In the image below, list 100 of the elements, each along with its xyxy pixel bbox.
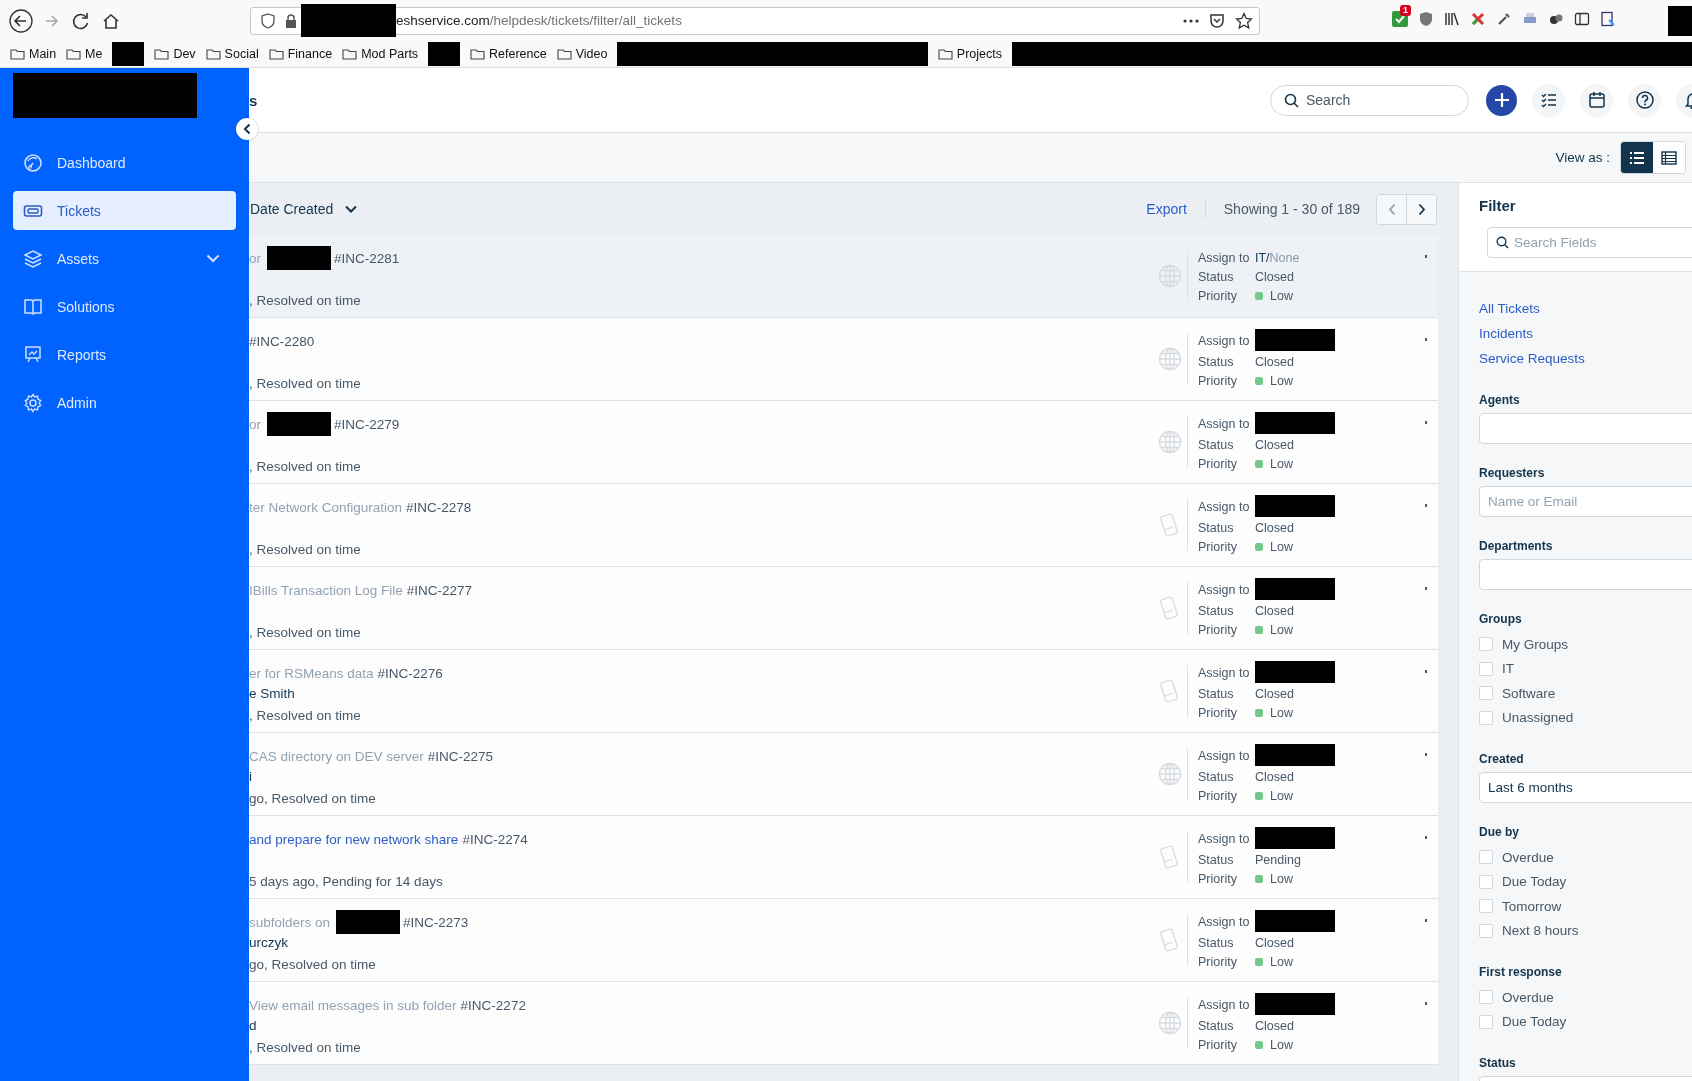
checkbox[interactable] bbox=[1479, 686, 1493, 701]
checkbox-label[interactable]: Due Today bbox=[1502, 874, 1567, 890]
priority-value: Low bbox=[1270, 954, 1293, 970]
field-label: Priority bbox=[1198, 954, 1238, 970]
chevron-right-icon bbox=[1417, 202, 1426, 216]
filter-link[interactable]: All Tickets bbox=[1479, 296, 1540, 321]
address-bar[interactable]: eshservice.com/helpdesk/tickets/filter/all_tickets bbox=[250, 6, 1260, 35]
ticket-id: #INC-2279 bbox=[334, 416, 400, 432]
document-icon[interactable] bbox=[1600, 10, 1616, 27]
bookmark-link[interactable]: Social bbox=[224, 47, 259, 61]
input-field[interactable] bbox=[1479, 413, 1692, 444]
checkbox[interactable] bbox=[1479, 637, 1493, 652]
cross-icon[interactable] bbox=[1470, 10, 1486, 27]
page-title: s bbox=[249, 91, 258, 109]
export-link[interactable]: Export bbox=[1146, 201, 1187, 217]
checklist-button[interactable] bbox=[1532, 83, 1565, 117]
ticket-timeline: , Resolved on time bbox=[249, 459, 362, 474]
input-field[interactable] bbox=[1479, 559, 1692, 590]
status-value: Closed bbox=[1255, 437, 1294, 453]
plus-icon bbox=[1493, 92, 1510, 108]
section-label: Agents bbox=[1479, 393, 1520, 407]
checkbox-label[interactable]: Tomorrow bbox=[1502, 898, 1562, 914]
priority-value: Low bbox=[1270, 788, 1293, 804]
ticket-subject[interactable]: and prepare for new network share bbox=[249, 831, 459, 847]
sidebar-item[interactable]: Assets bbox=[13, 239, 236, 278]
filter-link[interactable]: Incidents bbox=[1479, 321, 1534, 346]
checkbox[interactable] bbox=[1479, 874, 1493, 889]
help-button[interactable] bbox=[1628, 83, 1661, 117]
eyedropper-icon[interactable] bbox=[1496, 10, 1512, 27]
view-toggle[interactable] bbox=[1621, 142, 1653, 173]
redaction-bar bbox=[112, 42, 145, 66]
reload-icon[interactable] bbox=[71, 10, 91, 31]
field-label: Status bbox=[1198, 769, 1235, 785]
more-icon[interactable] bbox=[1183, 18, 1199, 23]
sidebar-item[interactable]: Reports bbox=[13, 335, 236, 374]
folder-icon bbox=[342, 48, 358, 60]
field-label: Priority bbox=[1198, 871, 1238, 887]
next-page-button[interactable] bbox=[1406, 194, 1436, 224]
checkbox-label[interactable]: IT bbox=[1502, 661, 1514, 677]
star-icon[interactable] bbox=[1235, 11, 1253, 30]
checkbox-label[interactable]: Next 8 hours bbox=[1502, 923, 1579, 939]
view-toggle[interactable] bbox=[1653, 142, 1685, 173]
checkbox[interactable] bbox=[1479, 899, 1493, 914]
field-label: Priority bbox=[1198, 1037, 1238, 1053]
checkbox[interactable] bbox=[1479, 661, 1493, 676]
ticket-id: #INC-2280 bbox=[249, 333, 315, 349]
bookmark-link[interactable]: Main bbox=[29, 47, 57, 61]
ticket-timeline: , Resolved on time bbox=[249, 708, 362, 723]
checkbox-label[interactable]: Software bbox=[1502, 685, 1556, 701]
input-field[interactable]: Last 6 months bbox=[1479, 772, 1692, 803]
checkbox[interactable] bbox=[1479, 990, 1493, 1005]
bookmark-link[interactable]: Me bbox=[85, 47, 103, 61]
bookmark-link[interactable]: Projects bbox=[956, 47, 1002, 61]
ticket-timeline: , Resolved on time bbox=[249, 376, 362, 391]
status-value: Closed bbox=[1255, 935, 1294, 951]
calendar-button[interactable] bbox=[1580, 83, 1613, 117]
status-value: Closed bbox=[1255, 269, 1294, 285]
pocket-icon[interactable] bbox=[1209, 12, 1225, 29]
sidebar-item[interactable]: Admin bbox=[13, 383, 236, 422]
field-label: Assign to bbox=[1198, 831, 1251, 848]
chevron-down-icon[interactable] bbox=[206, 254, 220, 263]
shield-icon[interactable] bbox=[261, 12, 275, 29]
checkbox-label[interactable]: Unassigned bbox=[1502, 710, 1574, 726]
checkbox[interactable] bbox=[1479, 923, 1493, 938]
shield-icon[interactable] bbox=[1418, 10, 1434, 27]
bookmark-link[interactable]: Mod Parts bbox=[361, 47, 419, 61]
bookmark-link[interactable]: Finance bbox=[287, 47, 333, 61]
field-label: Status bbox=[1198, 686, 1235, 702]
bookmark-link[interactable]: Dev bbox=[173, 47, 196, 61]
checkbox-label[interactable]: Due Today bbox=[1502, 1014, 1567, 1030]
sidebar-item[interactable]: Dashboard bbox=[13, 143, 236, 182]
new-button[interactable] bbox=[1486, 84, 1517, 116]
ticket-id: #INC-2276 bbox=[377, 665, 443, 681]
bookmark-link[interactable]: Video bbox=[575, 47, 608, 61]
section-label: Due by bbox=[1479, 825, 1519, 839]
sort-dropdown[interactable]: Date Created bbox=[250, 201, 358, 217]
chevron-down-icon bbox=[345, 205, 358, 213]
priority-value: Low bbox=[1270, 539, 1293, 555]
sidebar-item[interactable]: Tickets bbox=[13, 191, 236, 230]
ticket-id: #INC-2274 bbox=[462, 831, 528, 847]
sidebar-icon[interactable] bbox=[1574, 10, 1590, 27]
checkbox-label[interactable]: My Groups bbox=[1502, 636, 1569, 652]
checkbox[interactable] bbox=[1479, 850, 1493, 865]
back-icon[interactable] bbox=[9, 8, 33, 33]
folder-icon bbox=[556, 48, 572, 60]
ticket-timeline: , Resolved on time bbox=[249, 542, 362, 557]
checkbox-label[interactable]: Overdue bbox=[1502, 849, 1554, 865]
field-label: Status bbox=[1198, 852, 1235, 868]
field-label: Assign to bbox=[1198, 914, 1251, 931]
checkbox[interactable] bbox=[1479, 710, 1493, 725]
checkbox-label[interactable]: Overdue bbox=[1502, 989, 1554, 1005]
library-icon[interactable] bbox=[1444, 10, 1460, 27]
filter-link[interactable]: Service Requests bbox=[1479, 346, 1585, 371]
bookmark-link[interactable]: Reference bbox=[489, 47, 547, 61]
sidebar-item[interactable]: Solutions bbox=[13, 287, 236, 326]
assignee-value: IT/None bbox=[1255, 250, 1300, 266]
priority-value: Low bbox=[1270, 871, 1293, 887]
checkbox[interactable] bbox=[1479, 1014, 1493, 1029]
globe-icon bbox=[1158, 430, 1182, 454]
field-label: Status bbox=[1198, 520, 1235, 536]
